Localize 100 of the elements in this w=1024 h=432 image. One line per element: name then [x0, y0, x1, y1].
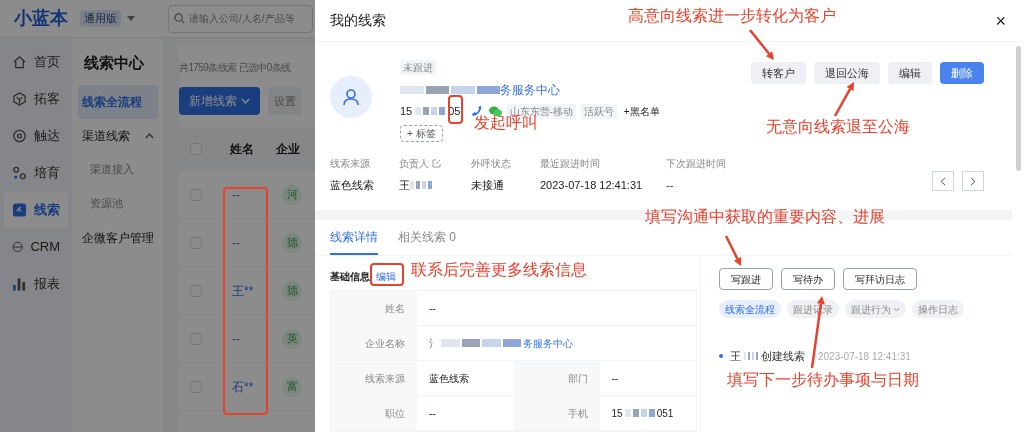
- annotation-text: 无意向线索退至公海: [766, 119, 910, 135]
- row-checkbox[interactable]: [190, 236, 202, 249]
- action-button[interactable]: 删除: [940, 62, 984, 84]
- row-checkbox[interactable]: [190, 284, 202, 297]
- previous-button[interactable]: [932, 171, 954, 191]
- annotation-text: 高意向线索进一步转化为客户: [628, 8, 836, 24]
- target-icon: [12, 128, 27, 144]
- nav-item[interactable]: 触达: [4, 118, 68, 154]
- field-label: 线索来源: [330, 156, 370, 171]
- drawer-title: 我的线索: [330, 11, 386, 30]
- timeline-time: 2023-07-18 12:41:31: [818, 349, 911, 364]
- field-value: --: [666, 177, 674, 193]
- field-label: 外呼状态: [471, 156, 511, 171]
- lead-name-link[interactable]: 王**: [232, 281, 272, 300]
- field-value: 王: [399, 177, 410, 193]
- field-label: 下次跟进时间: [666, 156, 726, 171]
- info-value: 蓝色线索: [429, 371, 469, 386]
- bar-chart-icon: [12, 276, 27, 292]
- column-header: 企业: [276, 141, 300, 158]
- edit-icon[interactable]: [432, 158, 441, 168]
- lead-name-link[interactable]: --: [232, 233, 272, 252]
- record-button[interactable]: 写跟进: [719, 268, 773, 290]
- info-value: --: [611, 371, 619, 386]
- phone-number: 15: [400, 104, 413, 119]
- highlight-frame: [370, 263, 404, 286]
- next-button[interactable]: [962, 171, 984, 191]
- row-checkbox[interactable]: [190, 380, 202, 393]
- close-button[interactable]: ×: [995, 11, 1009, 30]
- company-avatar: 英: [282, 328, 302, 349]
- chevron-left-icon: [940, 176, 946, 186]
- chevron-right-icon: [970, 176, 976, 186]
- blacklist-link[interactable]: +黑名单: [623, 103, 660, 119]
- chevron-down-icon: [893, 306, 900, 312]
- nav-item[interactable]: 线索: [4, 192, 68, 228]
- crm-icon: [12, 239, 24, 255]
- field-value: 未接通: [471, 177, 504, 193]
- company-avatar: 德: [282, 280, 302, 301]
- annotation-arrow: [749, 29, 774, 60]
- filter-chip[interactable]: 线索全流程: [719, 300, 781, 318]
- add-tag-button[interactable]: + 标签: [400, 124, 443, 142]
- search-icon: [174, 12, 185, 24]
- nav-item[interactable]: 拓客: [4, 81, 68, 117]
- info-label: 姓名: [331, 291, 417, 325]
- action-button[interactable]: 编辑: [888, 62, 932, 84]
- info-label: 部门: [513, 361, 600, 395]
- subnav-item[interactable]: 渠道接入: [78, 152, 158, 187]
- blurred-text: [410, 178, 432, 191]
- lead-name-link[interactable]: --: [232, 185, 272, 204]
- company-avatar: 德: [282, 232, 302, 253]
- column-header: 姓名: [230, 141, 254, 158]
- edition-badge: 通用版: [80, 10, 121, 27]
- checkbox[interactable]: [190, 143, 202, 155]
- info-value: --: [429, 406, 436, 421]
- row-checkbox[interactable]: [190, 332, 202, 345]
- record-button[interactable]: 写待办: [781, 268, 835, 290]
- row-checkbox[interactable]: [190, 188, 202, 201]
- lead-name-link[interactable]: 石**: [232, 377, 272, 396]
- field-value: 蓝色线索: [330, 177, 374, 193]
- company-link[interactable]: 务服务中心: [523, 335, 573, 351]
- subnav-item[interactable]: 企微客户管理: [78, 220, 158, 255]
- tab[interactable]: 线索详情: [330, 220, 378, 255]
- company-avatar: 富: [282, 376, 302, 397]
- info-value: --: [429, 301, 436, 316]
- tab[interactable]: 相关线索 0: [398, 220, 456, 255]
- nodes-icon: [12, 165, 27, 181]
- annotation-arrow: [833, 82, 854, 117]
- company-avatar: 河: [282, 184, 302, 205]
- home-icon: [12, 54, 27, 70]
- annotation-arrow: [724, 235, 741, 266]
- edit-link[interactable]: 编辑: [376, 268, 396, 284]
- nav-item[interactable]: CRM: [4, 229, 68, 265]
- section-title: 线索中心: [83, 53, 145, 73]
- company-link[interactable]: 氵: [429, 335, 439, 351]
- annotation-text: 联系后完善更多线索信息: [411, 262, 587, 278]
- action-button[interactable]: 退回公海: [814, 62, 880, 84]
- annotation-text: 填写沟通中获取的重要内容、进展: [645, 209, 885, 225]
- subnav-item[interactable]: 渠道线索: [78, 118, 158, 153]
- caret-icon[interactable]: [127, 15, 135, 22]
- field-value: 2023-07-18 12:41:31: [540, 177, 643, 193]
- hexagon-icon: [12, 91, 27, 107]
- nav-item[interactable]: 培育: [4, 155, 68, 191]
- action-button[interactable]: 转客户: [751, 62, 806, 84]
- nav-item[interactable]: 报表: [4, 266, 68, 302]
- field-label: 最近跟进时间: [540, 156, 600, 171]
- timeline-name: 王: [730, 349, 741, 364]
- company-link[interactable]: 务服务中心: [500, 81, 560, 99]
- filter-chip[interactable]: 操作日志: [912, 300, 964, 318]
- highlight-frame: [448, 95, 463, 124]
- status-tag: 未跟进: [400, 60, 436, 75]
- blurred-text: [624, 407, 655, 419]
- filter-chip[interactable]: 跟进行为: [845, 300, 906, 318]
- subnav-item[interactable]: 线索全流程: [78, 84, 158, 119]
- logo: 小蓝本: [14, 7, 68, 30]
- add-lead-button[interactable]: 新增线索: [179, 87, 260, 115]
- summary-text: 共1759条线索 已选中0条线: [179, 61, 291, 75]
- record-button[interactable]: 写拜访日志: [843, 268, 917, 290]
- nav-item[interactable]: 首页: [4, 44, 68, 80]
- chevron-icon: [145, 132, 154, 139]
- scrollbar[interactable]: [1012, 42, 1024, 432]
- lead-name-link[interactable]: --: [232, 329, 272, 348]
